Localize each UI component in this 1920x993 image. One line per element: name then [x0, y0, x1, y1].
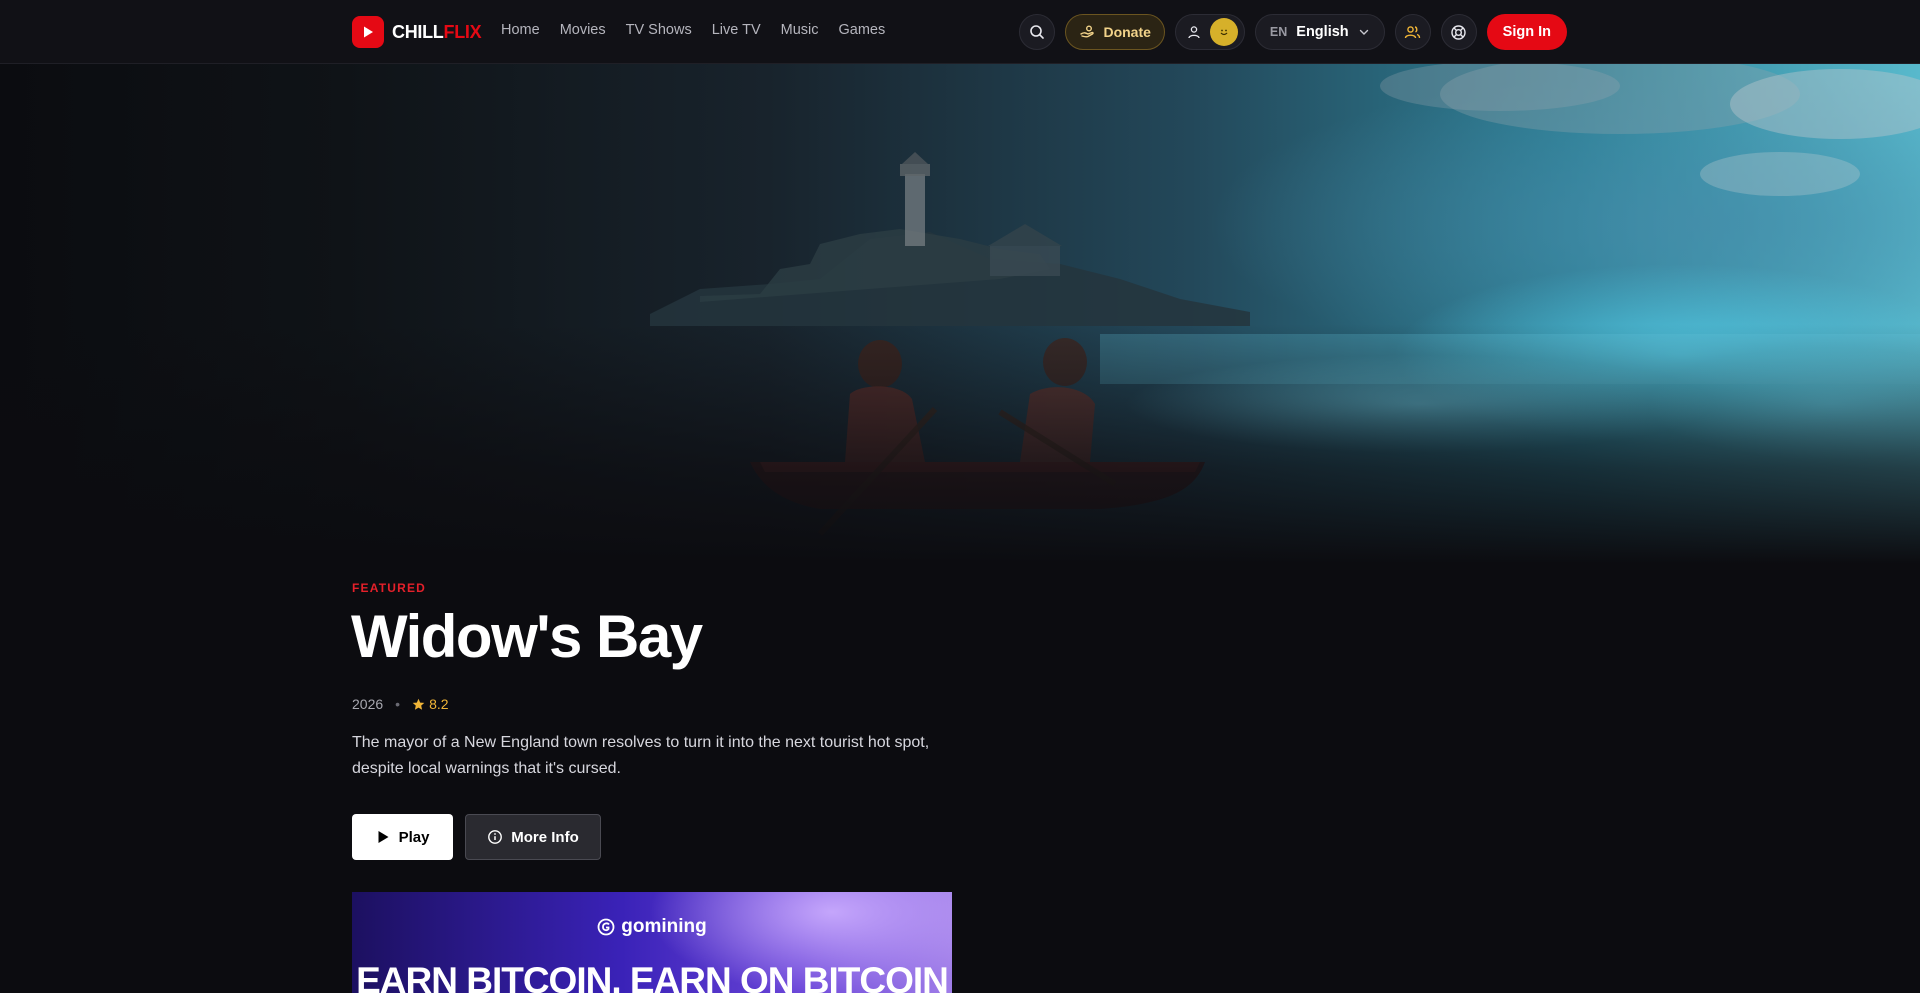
ad-brand: gomining	[352, 916, 952, 938]
brand-name-part2: FLIX	[443, 21, 482, 42]
donate-button[interactable]: Donate	[1065, 14, 1165, 50]
info-icon	[488, 830, 503, 844]
language-name: English	[1296, 24, 1349, 40]
star-icon	[412, 698, 425, 710]
hand-coin-icon	[1080, 25, 1095, 38]
watch-party-button[interactable]	[1394, 14, 1431, 50]
release-year: 2026	[352, 696, 384, 712]
kids-mode-option[interactable]	[1209, 18, 1238, 46]
donate-label: Donate	[1103, 24, 1151, 40]
chevron-down-icon	[1359, 29, 1368, 35]
top-navbar: CHILLFLIX Home Movies TV Shows Live TV M…	[0, 0, 1920, 64]
featured-description: The mayor of a New England town resolves…	[352, 734, 930, 777]
play-logo-icon	[352, 16, 384, 48]
search-icon	[1030, 25, 1045, 39]
search-button[interactable]	[1019, 14, 1056, 50]
hero-backdrop-image	[0, 64, 1920, 564]
play-icon	[378, 831, 389, 843]
lifebuoy-icon	[1451, 24, 1466, 40]
featured-eyebrow: FEATURED	[352, 581, 427, 595]
support-button[interactable]	[1440, 14, 1477, 50]
sign-in-button[interactable]: Sign In	[1486, 14, 1567, 50]
brand-logo-link[interactable]: CHILLFLIX	[352, 16, 482, 48]
ad-headline: EARN BITCOIN. EARN ON BITCOIN	[356, 960, 949, 993]
nav-tv-shows[interactable]: TV Shows	[626, 22, 692, 38]
featured-meta: 2026 • 8.2	[352, 696, 449, 712]
main-nav: Home Movies TV Shows Live TV Music Games	[501, 22, 885, 38]
nav-music[interactable]: Music	[781, 22, 819, 38]
more-info-button[interactable]: More Info	[465, 814, 601, 860]
ad-brand-name: gomining	[621, 916, 707, 937]
users-icon	[1404, 25, 1421, 38]
nav-home[interactable]: Home	[501, 22, 540, 38]
brand-name-part1: CHILL	[392, 21, 444, 42]
featured-actions: Play More Info	[352, 814, 601, 860]
rating-value: 8.2	[429, 696, 449, 712]
user-icon	[1188, 26, 1200, 39]
gomining-logo-icon	[597, 918, 615, 936]
ad-banner[interactable]: gomining EARN BITCOIN. EARN ON BITCOIN	[352, 892, 952, 993]
more-info-label: More Info	[511, 828, 579, 846]
user-mode-option[interactable]	[1180, 18, 1208, 46]
brand-name: CHILLFLIX	[392, 21, 482, 43]
nav-movies[interactable]: Movies	[560, 22, 606, 38]
play-button[interactable]: Play	[352, 814, 453, 860]
language-code: EN	[1269, 25, 1288, 39]
smile-icon	[1220, 29, 1228, 36]
rating: 8.2	[412, 696, 449, 712]
header-actions: Donate EN English Sign In	[1019, 14, 1567, 50]
featured-title: Widow's Bay	[351, 603, 703, 670]
meta-separator: •	[395, 696, 401, 712]
nav-live-tv[interactable]: Live TV	[712, 22, 761, 38]
nav-games[interactable]: Games	[839, 22, 886, 38]
hero-fade-overlay	[0, 324, 1920, 564]
play-label: Play	[398, 828, 430, 846]
language-select[interactable]: EN English	[1254, 14, 1385, 50]
profile-mode-toggle[interactable]	[1174, 14, 1245, 50]
